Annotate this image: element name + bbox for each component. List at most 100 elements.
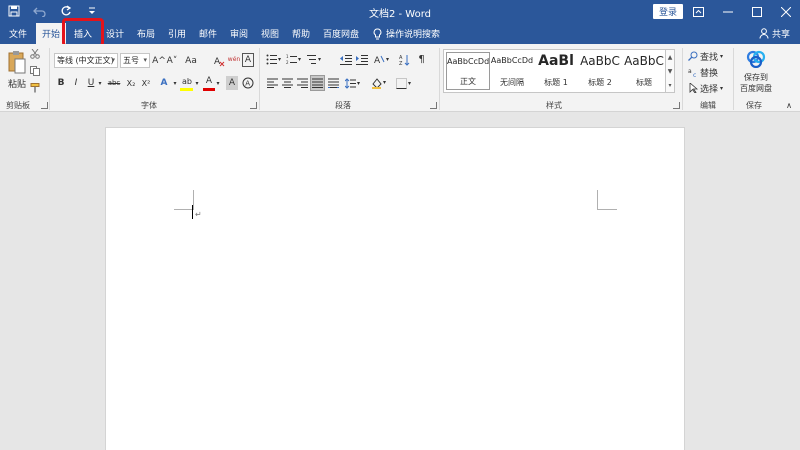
document-page[interactable]: ↵: [105, 127, 685, 450]
paragraph-dialog-launcher[interactable]: [430, 102, 437, 109]
superscript-button[interactable]: X²: [139, 76, 153, 90]
style-name: 标题 2: [588, 78, 612, 87]
line-spacing-icon[interactable]: ▾: [343, 76, 363, 90]
grow-font-button[interactable]: A^: [152, 53, 166, 68]
style-name: 标题: [636, 78, 652, 87]
change-case-button[interactable]: Aa: [182, 53, 200, 68]
search-icon: [688, 51, 698, 61]
find-label: 查找: [700, 52, 719, 63]
editing-group-label: 编辑: [700, 101, 716, 110]
font-dialog-launcher[interactable]: [250, 102, 257, 109]
enclose-chars-icon[interactable]: A: [242, 76, 254, 90]
font-name-combo[interactable]: 等线 (中文正文) ▾: [54, 53, 118, 68]
show-formatting-marks-icon[interactable]: ¶: [414, 52, 429, 67]
tab-design[interactable]: 设计: [100, 23, 130, 44]
font-size-combo[interactable]: 五号 ▾: [120, 53, 150, 68]
italic-button[interactable]: I: [70, 76, 82, 90]
underline-button[interactable]: U: [85, 76, 97, 90]
cut-icon[interactable]: [28, 47, 42, 61]
style-heading-2[interactable]: AaBbC 标题 2: [578, 52, 622, 90]
format-painter-icon[interactable]: [28, 81, 42, 95]
svg-text:a: a: [688, 68, 692, 75]
bold-button[interactable]: B: [55, 76, 67, 90]
tab-baidu-netdisk[interactable]: 百度网盘: [318, 23, 364, 44]
login-button[interactable]: 登录: [653, 4, 683, 19]
chevron-down-icon[interactable]: ▾: [215, 76, 221, 90]
document-area[interactable]: ↵: [0, 112, 800, 450]
undo-icon[interactable]: [32, 3, 48, 19]
chevron-up-icon[interactable]: ▲: [668, 54, 673, 61]
tell-me-search[interactable]: 操作说明搜索: [373, 23, 440, 44]
chevron-down-icon: ▾: [720, 84, 724, 92]
justify-icon[interactable]: [310, 75, 325, 91]
group-separator: [733, 48, 734, 110]
replace-button[interactable]: ac 替换: [688, 65, 728, 79]
text-effects-button[interactable]: A: [157, 76, 171, 90]
char-shading-button[interactable]: A: [226, 76, 238, 90]
multilevel-list-icon[interactable]: ▾: [305, 52, 323, 67]
minimize-icon[interactable]: [713, 0, 742, 23]
style-name: 正文: [460, 77, 476, 86]
redo-icon[interactable]: [58, 3, 74, 19]
close-icon[interactable]: [771, 0, 800, 23]
more-icon[interactable]: ▾: [668, 82, 671, 89]
copy-icon[interactable]: [28, 64, 42, 78]
chevron-down-icon[interactable]: ▾: [194, 76, 200, 90]
ribbon-display-options-icon[interactable]: [684, 0, 713, 23]
highlight-color-bar: [180, 88, 193, 91]
decrease-indent-icon[interactable]: [338, 52, 353, 67]
style-heading-1[interactable]: AaBl 标题 1: [534, 52, 578, 90]
save-to-netdisk-line1[interactable]: 保存到: [737, 72, 775, 83]
align-right-icon[interactable]: [295, 76, 309, 90]
chevron-down-icon[interactable]: ▾: [172, 76, 178, 90]
collapse-ribbon-icon[interactable]: ∧: [783, 100, 795, 110]
highlight-color-button[interactable]: ab: [180, 74, 194, 88]
tab-help[interactable]: 帮助: [286, 23, 316, 44]
clear-formatting-icon[interactable]: A: [212, 53, 226, 68]
clipboard-group-label: 剪贴板: [6, 101, 30, 110]
style-normal[interactable]: AaBbCcDd 正文: [446, 52, 490, 90]
maximize-icon[interactable]: [742, 0, 771, 23]
styles-dialog-launcher[interactable]: [673, 102, 680, 109]
strikethrough-button[interactable]: abc: [106, 76, 122, 90]
paste-icon[interactable]: [6, 48, 28, 78]
select-button[interactable]: 选择 ▾: [688, 81, 728, 95]
tab-mailings[interactable]: 邮件: [193, 23, 223, 44]
customize-qat-icon[interactable]: [84, 3, 100, 19]
save-to-netdisk-line2[interactable]: 百度网盘: [737, 83, 775, 94]
asian-layout-icon[interactable]: A ▾: [372, 52, 392, 67]
save-icon[interactable]: [6, 3, 22, 19]
tab-layout[interactable]: 布局: [131, 23, 161, 44]
lightbulb-icon: [373, 27, 382, 39]
subscript-button[interactable]: X₂: [124, 76, 138, 90]
align-left-icon[interactable]: [265, 76, 279, 90]
bullets-icon[interactable]: ▾: [265, 52, 283, 67]
borders-icon[interactable]: ▾: [394, 76, 414, 90]
numbering-icon[interactable]: 1 2 ▾: [285, 52, 303, 67]
tab-references[interactable]: 引用: [162, 23, 192, 44]
share-button[interactable]: 共享: [759, 23, 790, 44]
shading-icon[interactable]: ▾: [369, 76, 389, 90]
phonetic-guide-button[interactable]: wén: [227, 51, 241, 68]
paste-label[interactable]: 粘贴: [6, 77, 28, 90]
align-center-icon[interactable]: [280, 76, 294, 90]
font-color-button[interactable]: A: [203, 74, 215, 88]
tab-review[interactable]: 审阅: [224, 23, 254, 44]
style-title[interactable]: AaBbC 标题: [622, 52, 666, 90]
find-button[interactable]: 查找 ▾: [688, 49, 728, 63]
tab-view[interactable]: 视图: [255, 23, 285, 44]
increase-indent-icon[interactable]: [354, 52, 369, 67]
baidu-netdisk-icon[interactable]: [745, 49, 767, 69]
distributed-icon[interactable]: [326, 76, 340, 90]
svg-text:c: c: [693, 72, 696, 77]
styles-gallery-scroll[interactable]: ▲ ▼ ▾: [666, 49, 675, 93]
clipboard-dialog-launcher[interactable]: [41, 102, 48, 109]
tab-file[interactable]: 文件: [2, 23, 34, 44]
shrink-font-button[interactable]: A˅: [166, 53, 178, 68]
style-no-spacing[interactable]: AaBbCcDd 无间隔: [490, 52, 534, 90]
underline-dropdown-icon[interactable]: ▾: [97, 76, 103, 90]
char-border-button[interactable]: A: [242, 53, 254, 67]
styles-group-label: 样式: [546, 101, 562, 110]
sort-icon[interactable]: AZ: [397, 52, 412, 67]
chevron-down-icon[interactable]: ▼: [668, 68, 673, 75]
